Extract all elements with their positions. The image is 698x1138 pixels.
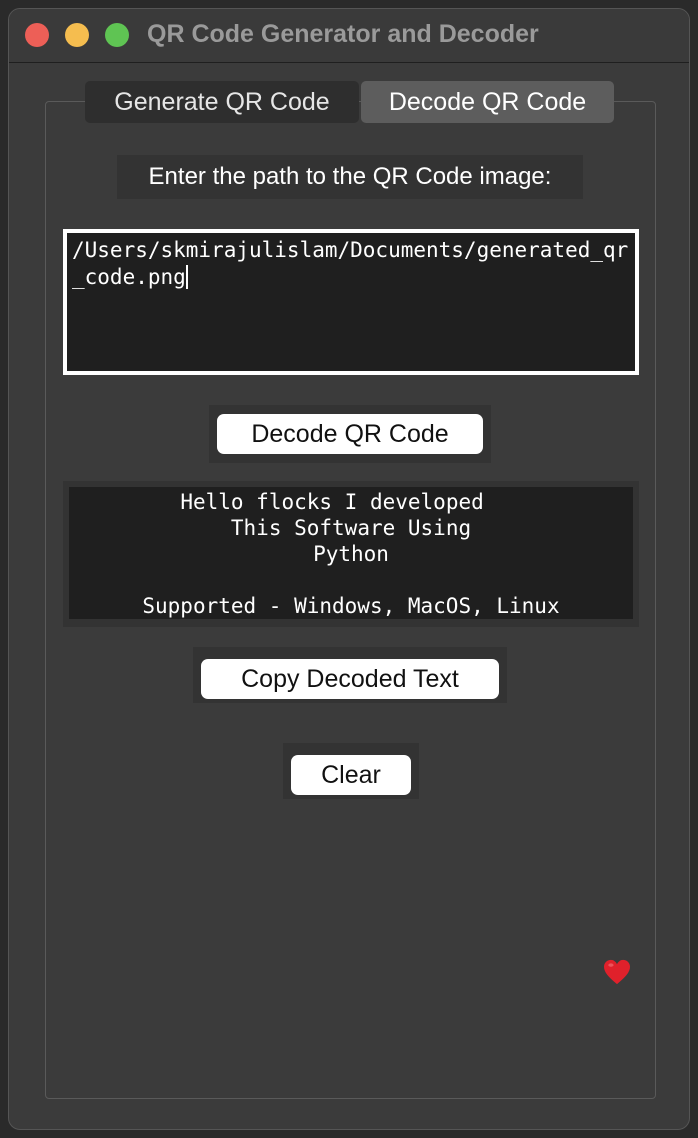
decoded-line-2: This Software Using: [230, 516, 472, 540]
clear-button[interactable]: Clear: [291, 755, 411, 795]
decode-qr-code-button[interactable]: Decode QR Code: [217, 414, 483, 454]
decode-button-frame: Decode QR Code: [209, 405, 491, 463]
decoded-line-5: Supported - Windows, MacOS, Linux: [142, 594, 560, 618]
minimize-window-button[interactable]: [65, 23, 89, 47]
copy-decoded-text-button[interactable]: Copy Decoded Text: [201, 659, 499, 699]
heart-icon: [604, 959, 630, 985]
tab-decode-qr-code[interactable]: Decode QR Code: [361, 81, 614, 123]
text-cursor: [185, 265, 188, 289]
image-path-input[interactable]: /Users/skmirajulislam/Documents/generate…: [63, 229, 639, 375]
copy-button-frame: Copy Decoded Text: [193, 647, 507, 703]
app-window: QR Code Generator and Decoder Generate Q…: [8, 8, 690, 1130]
decoded-line-4: [69, 567, 633, 593]
tab-generate-qr-code[interactable]: Generate QR Code: [85, 81, 359, 123]
path-prompt-label: Enter the path to the QR Code image:: [117, 155, 583, 199]
decoded-line-1: Hello flocks I developed: [180, 490, 522, 514]
decoded-text-frame: Hello flocks I developed This Software U…: [63, 481, 639, 985]
decoded-line-3: Python: [313, 542, 389, 566]
window-title: QR Code Generator and Decoder: [147, 20, 539, 48]
title-bar[interactable]: QR Code Generator and Decoder: [9, 9, 689, 63]
maximize-window-button[interactable]: [105, 23, 129, 47]
image-path-text: /Users/skmirajulislam/Documents/generate…: [72, 238, 629, 289]
close-window-button[interactable]: [25, 23, 49, 47]
decoded-text-output[interactable]: Hello flocks I developed This Software U…: [69, 487, 633, 619]
clear-button-frame: Clear: [283, 743, 419, 799]
